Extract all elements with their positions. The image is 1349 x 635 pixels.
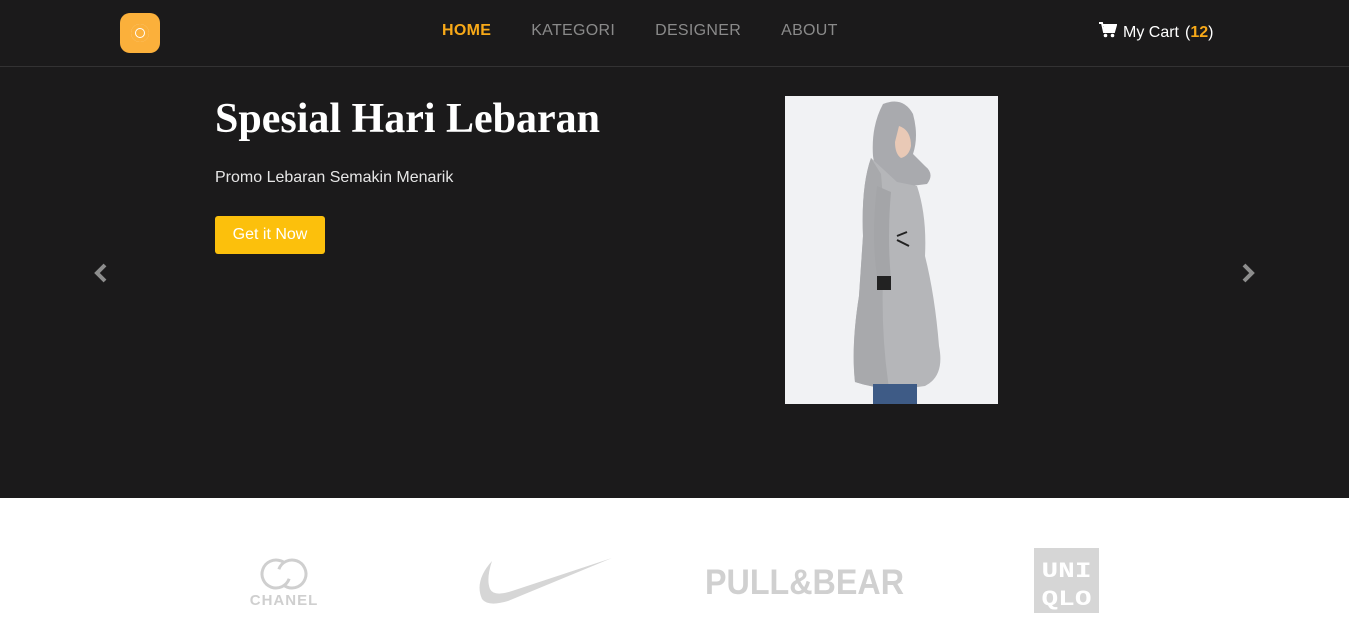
brand-logos: CHANEL PULL&BEAR UNI QLO xyxy=(0,498,1349,635)
chanel-logo[interactable]: CHANEL xyxy=(246,556,322,609)
nav-item-kategori[interactable]: KATEGORI xyxy=(531,22,615,40)
cart-icon xyxy=(1099,22,1118,43)
nav-item-home[interactable]: HOME xyxy=(442,22,491,40)
main-nav: HOME KATEGORI DESIGNER ABOUT xyxy=(442,22,878,40)
cart-count-wrap: (12) xyxy=(1185,24,1213,42)
uniqlo-wordmark-bottom: QLO xyxy=(1042,587,1092,612)
hero-carousel: Spesial Hari Lebaran Promo Lebaran Semak… xyxy=(0,67,1349,498)
pullbear-wordmark: PULL&BEAR xyxy=(705,563,904,602)
uniqlo-logo[interactable]: UNI QLO xyxy=(1034,548,1099,613)
hero-subtitle: Promo Lebaran Semakin Menarik xyxy=(215,169,454,186)
get-it-now-button[interactable]: Get it Now xyxy=(215,216,325,254)
carousel-prev-button[interactable] xyxy=(91,263,111,288)
navbar: HOME KATEGORI DESIGNER ABOUT My Cart (12… xyxy=(0,0,1349,67)
chanel-wordmark: CHANEL xyxy=(250,592,319,608)
chevron-right-icon xyxy=(1241,263,1255,288)
logo-icon[interactable] xyxy=(120,13,160,53)
chevron-left-icon xyxy=(94,263,108,288)
nav-item-about[interactable]: ABOUT xyxy=(781,22,838,40)
cart-label: My Cart xyxy=(1123,23,1179,41)
pullbear-logo[interactable]: PULL&BEAR xyxy=(705,562,905,602)
carousel-next-button[interactable] xyxy=(1238,263,1258,288)
cart-count: 12 xyxy=(1190,23,1209,41)
hero-product-image xyxy=(785,96,998,404)
nike-logo[interactable] xyxy=(472,555,614,607)
hero-title: Spesial Hari Lebaran xyxy=(215,96,601,142)
cart-link[interactable]: My Cart (12) xyxy=(1099,22,1213,43)
cart-paren-close: ) xyxy=(1208,23,1214,41)
uniqlo-wordmark-top: UNI xyxy=(1042,559,1092,584)
nav-item-designer[interactable]: DESIGNER xyxy=(655,22,741,40)
logo-dot xyxy=(136,29,144,37)
